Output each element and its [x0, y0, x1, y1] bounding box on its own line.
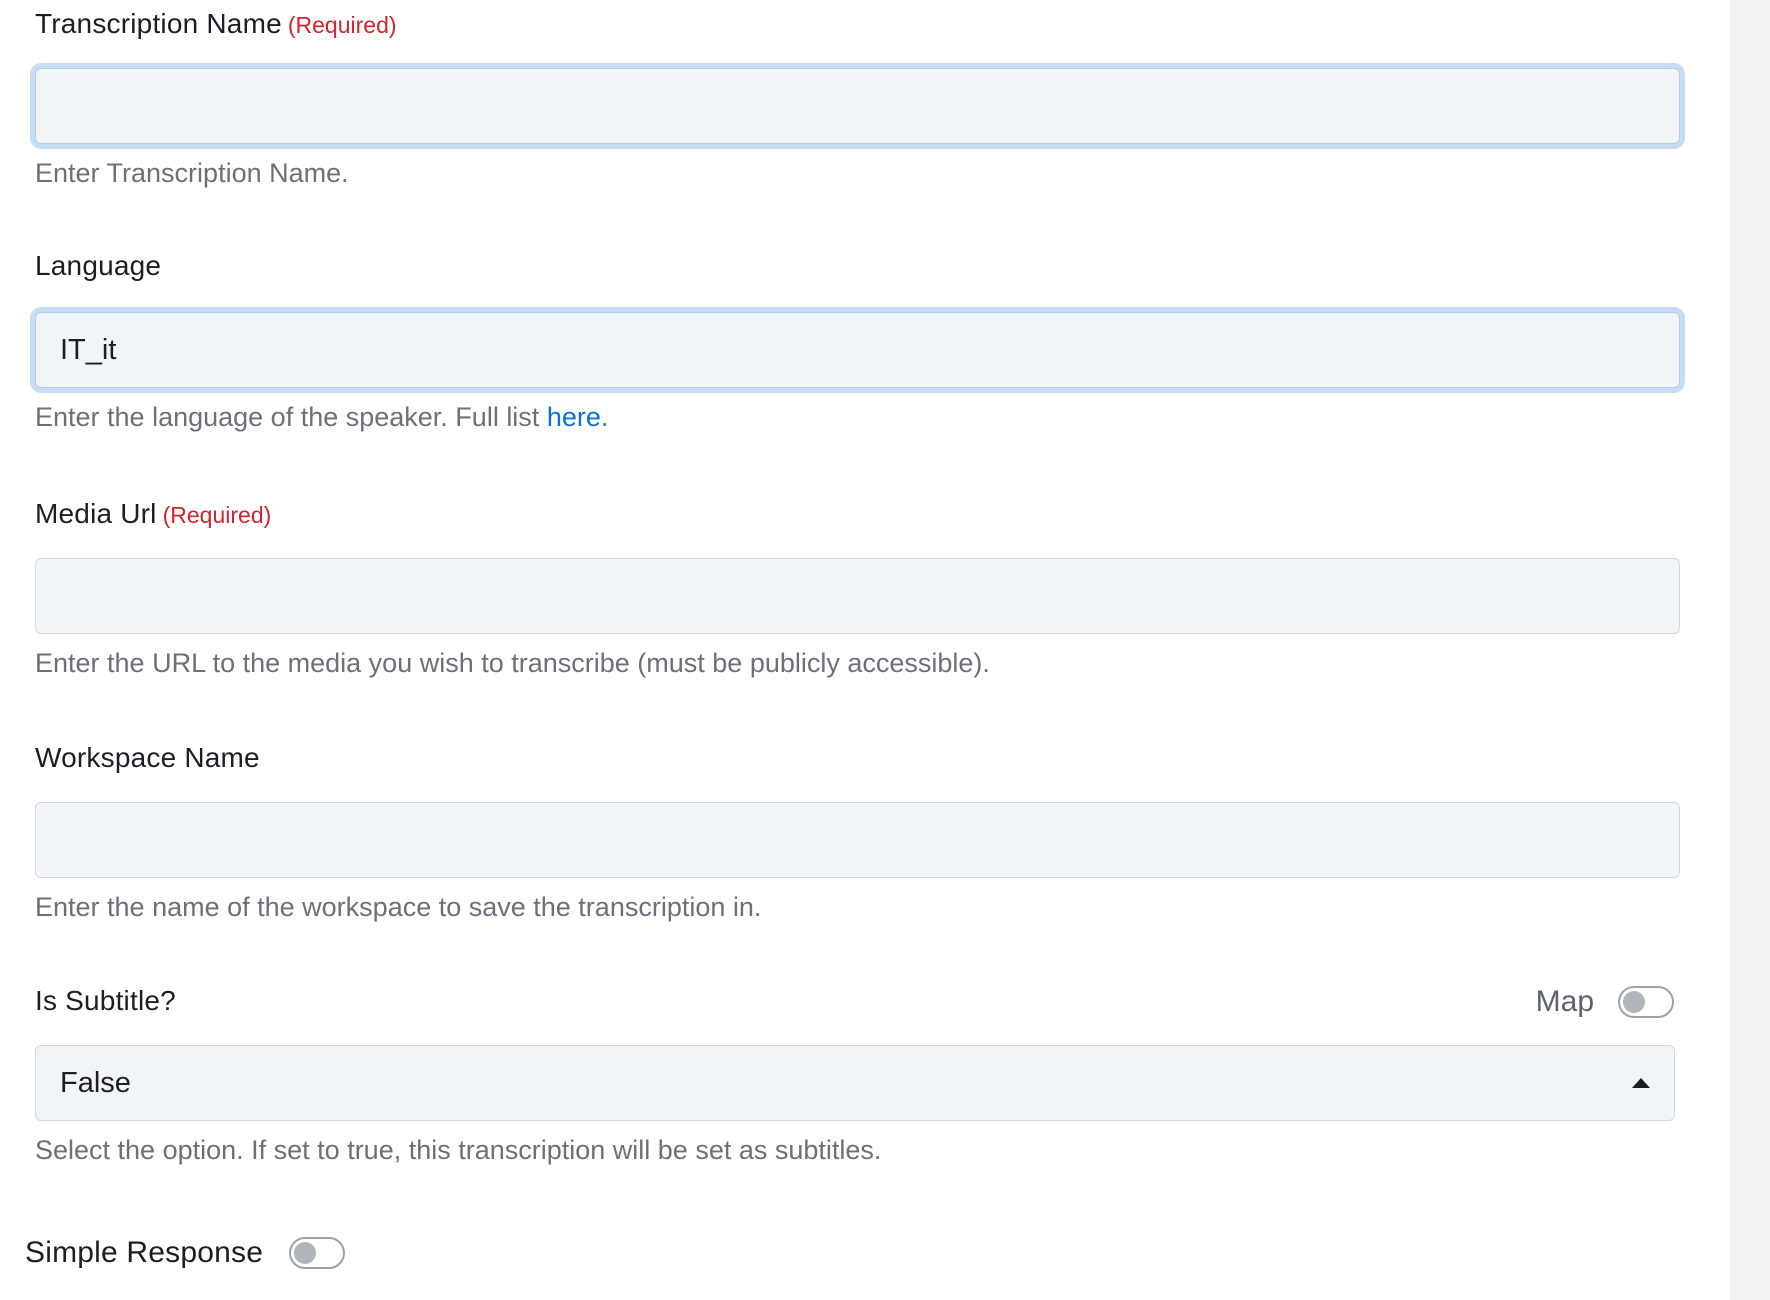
toggle-knob	[1623, 991, 1645, 1013]
toggle-knob	[294, 1242, 317, 1264]
is-subtitle-select[interactable]: False	[35, 1045, 1675, 1121]
language-help-text: Enter the language of the speaker. Full …	[35, 402, 547, 432]
transcription-name-help: Enter Transcription Name.	[35, 158, 349, 188]
simple-response-label: Simple Response	[25, 1236, 264, 1269]
is-subtitle-label-row: Is Subtitle? Map	[35, 985, 1680, 1025]
simple-response-toggle[interactable]	[289, 1237, 346, 1269]
media-url-help: Enter the URL to the media you wish to t…	[35, 648, 990, 678]
map-toggle[interactable]	[1618, 986, 1674, 1018]
is-subtitle-selected-value: False	[60, 1066, 131, 1099]
workspace-name-label-row: Workspace Name	[35, 742, 1680, 782]
language-help: Enter the language of the speaker. Full …	[35, 402, 608, 433]
language-list-link[interactable]: here	[547, 402, 601, 432]
transcription-name-label-row: Transcription Name (Required)	[35, 8, 1680, 48]
is-subtitle-label: Is Subtitle?	[35, 985, 176, 1016]
media-url-label-row: Media Url (Required)	[35, 498, 1680, 538]
is-subtitle-field: Is Subtitle? Map False Select the option…	[35, 985, 1680, 1165]
simple-response-row: Simple Response	[25, 1236, 346, 1270]
workspace-name-field: Workspace Name Enter the name of the wor…	[35, 742, 1680, 922]
caret-up-icon	[1632, 1078, 1650, 1088]
language-label-row: Language	[35, 250, 1680, 290]
media-url-input[interactable]	[35, 558, 1680, 634]
transcription-name-field: Transcription Name (Required) Enter Trans…	[35, 8, 1680, 188]
transcription-name-input[interactable]	[35, 68, 1680, 144]
language-field: Language IT_it Enter the language of the…	[35, 250, 1680, 432]
language-label: Language	[35, 250, 162, 281]
required-badge: (Required)	[162, 502, 272, 528]
workspace-name-label: Workspace Name	[35, 742, 260, 773]
workspace-name-help: Enter the name of the workspace to save …	[35, 892, 762, 922]
workspace-name-input[interactable]	[35, 802, 1680, 878]
transcription-name-label: Transcription Name	[35, 8, 282, 39]
is-subtitle-help: Select the option. If set to true, this …	[35, 1135, 882, 1165]
language-help-suffix: .	[600, 402, 609, 432]
required-badge: (Required)	[287, 12, 397, 38]
map-label: Map	[1535, 985, 1594, 1018]
right-panel-edge	[1730, 0, 1770, 1300]
language-input[interactable]: IT_it	[35, 312, 1680, 388]
media-url-label: Media Url	[35, 498, 157, 529]
map-toggle-group: Map	[1536, 985, 1674, 1019]
media-url-field: Media Url (Required) Enter the URL to the…	[35, 498, 1680, 678]
